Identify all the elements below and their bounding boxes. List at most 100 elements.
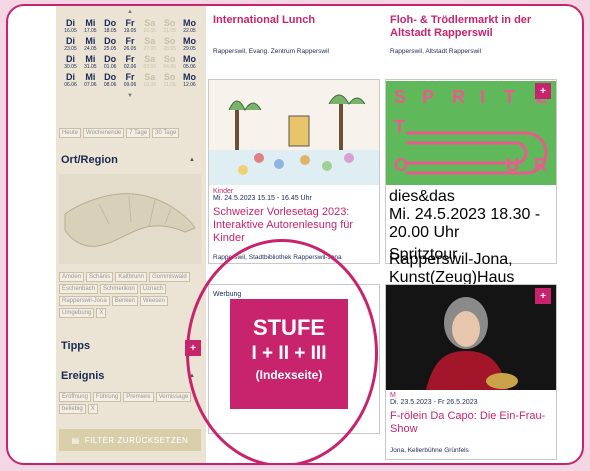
event-card-vorlesetag[interactable]: Kinder Mi. 24.5.2023 15.15 - 16.45 Uhr S… xyxy=(208,79,380,264)
calendar-weekday[interactable]: Mi xyxy=(81,54,100,64)
calendar-date[interactable]: 29.05 xyxy=(180,46,199,52)
filter-tag[interactable]: Uznach xyxy=(139,284,167,294)
filter-tag[interactable]: Rapperswil-Jona xyxy=(59,296,110,306)
calendar-date[interactable]: 01.06 xyxy=(101,64,120,70)
calendar-weekday[interactable]: Fr xyxy=(120,18,139,28)
calendar-date[interactable]: 19.05 xyxy=(120,28,139,34)
calendar-weekday[interactable]: Di xyxy=(61,18,80,28)
calendar-weekday[interactable]: Mo xyxy=(180,54,199,64)
filter-tag[interactable]: Schmerikon xyxy=(100,284,138,294)
calendar-weekday[interactable]: Mi xyxy=(81,72,100,82)
calendar-weekday[interactable]: Di xyxy=(61,36,80,46)
calendar-date[interactable]: 30.05 xyxy=(61,64,80,70)
calendar-date[interactable]: 22.05 xyxy=(180,28,199,34)
calendar-date[interactable]: 10.06 xyxy=(140,82,159,88)
calendar-weekday[interactable]: Do xyxy=(101,72,120,82)
calendar-date[interactable]: 11.06 xyxy=(160,82,179,88)
region-map[interactable] xyxy=(59,174,201,264)
calendar-weekday[interactable]: Fr xyxy=(120,72,139,82)
calendar-weekday[interactable]: So xyxy=(160,18,179,28)
calendar-weekday[interactable]: Sa xyxy=(140,72,159,82)
calendar-scroll-up-icon[interactable]: ▲ xyxy=(59,6,201,18)
clear-tags-button[interactable]: X xyxy=(87,404,98,414)
calendar-weekday[interactable]: Do xyxy=(101,54,120,64)
region-section-header[interactable]: Ort/Region ▲ xyxy=(59,150,201,170)
calendar-date-row: 30.05 31.05 01.06 02.06 03.06 04.06 05.06 xyxy=(59,64,201,70)
calendar-date[interactable]: 27.05 xyxy=(140,46,159,52)
calendar-date[interactable]: 09.06 xyxy=(120,82,139,88)
filter-tag[interactable]: Schänis xyxy=(86,272,114,282)
calendar-weekday[interactable]: Mo xyxy=(180,18,199,28)
filter-tag[interactable]: Führung xyxy=(92,392,122,402)
quick-range-weekend[interactable]: Wochenende xyxy=(83,128,125,138)
calendar-date[interactable]: 26.05 xyxy=(120,46,139,52)
event-card-lunch[interactable]: International Lunch Rapperswil, Evang. Z… xyxy=(208,6,378,64)
tips-section-header[interactable]: Tipps xyxy=(59,336,201,356)
calendar-weekday[interactable]: Sa xyxy=(140,54,159,64)
add-favorite-icon[interactable]: + xyxy=(535,288,551,304)
calendar-date[interactable]: 04.06 xyxy=(160,64,179,70)
calendar-date[interactable]: 05.06 xyxy=(180,64,199,70)
calendar-date[interactable]: 23.05 xyxy=(61,46,80,52)
filter-tag[interactable]: Vernissage xyxy=(155,392,192,402)
calendar-date[interactable]: 02.06 xyxy=(120,64,139,70)
collapse-caret-icon[interactable]: ▲ xyxy=(189,157,195,163)
calendar-date[interactable]: 31.05 xyxy=(81,64,100,70)
calendar-date[interactable]: 12.06 xyxy=(180,82,199,88)
calendar-weekday[interactable]: Sa xyxy=(140,36,159,46)
calendar-date[interactable]: 24.05 xyxy=(81,46,100,52)
spritz-letter: I xyxy=(480,87,486,107)
quick-range-30-days[interactable]: 30 Tage xyxy=(152,128,180,138)
filter-tag[interactable]: Gommiswald xyxy=(149,272,190,282)
filter-tag[interactable]: Eschenbach xyxy=(59,284,99,294)
filter-tag[interactable]: Amden xyxy=(59,272,85,282)
event-title[interactable]: International Lunch xyxy=(208,6,378,27)
reset-filter-button[interactable]: ▤ FILTER ZURÜCKSETZEN xyxy=(59,429,201,451)
calendar-date[interactable]: 08.06 xyxy=(101,82,120,88)
calendar-weekday[interactable]: Mi xyxy=(81,18,100,28)
event-card-flohmarkt[interactable]: Floh- & Trödlermarkt in der Altstadt Rap… xyxy=(386,6,556,64)
calendar-date[interactable]: 07.06 xyxy=(81,82,100,88)
calendar-weekday[interactable]: So xyxy=(160,72,179,82)
calendar-date[interactable]: 17.05 xyxy=(81,28,100,34)
filter-tag[interactable]: Umgebung xyxy=(59,308,95,318)
add-favorite-icon[interactable]: + xyxy=(535,83,551,99)
calendar-date[interactable]: 20.05 xyxy=(140,28,159,34)
calendar-weekday[interactable]: So xyxy=(160,36,179,46)
calendar-date[interactable]: 18.05 xyxy=(101,28,120,34)
clear-tags-button[interactable]: X xyxy=(96,308,107,318)
calendar-weekday[interactable]: Di xyxy=(61,72,80,82)
calendar-weekday[interactable]: Mo xyxy=(180,72,199,82)
quick-range-7-days[interactable]: 7 Tage xyxy=(126,128,151,138)
calendar-weekday[interactable]: Sa xyxy=(140,18,159,28)
calendar-date[interactable]: 03.06 xyxy=(140,64,159,70)
filter-tag[interactable]: Weesen xyxy=(140,296,168,306)
calendar-weekday[interactable]: So xyxy=(160,54,179,64)
calendar-weekday[interactable]: Do xyxy=(101,18,120,28)
quick-range-today[interactable]: Heute xyxy=(59,128,82,138)
filter-tag[interactable]: Eröffnung xyxy=(59,392,91,402)
calendar-weekday[interactable]: Di xyxy=(61,54,80,64)
event-section-header[interactable]: Ereignis ▲ xyxy=(59,366,201,386)
filter-tag[interactable]: Benken xyxy=(111,296,139,306)
calendar-date[interactable]: 25.05 xyxy=(101,46,120,52)
event-category: M xyxy=(390,392,396,399)
calendar-date[interactable]: 06.06 xyxy=(61,82,80,88)
calendar-date[interactable]: 21.05 xyxy=(160,28,179,34)
calendar-weekday[interactable]: Do xyxy=(101,36,120,46)
reset-filter-label: FILTER ZURÜCKSETZEN xyxy=(84,435,189,445)
calendar-weekday[interactable]: Mo xyxy=(180,36,199,46)
filter-tag[interactable]: Premiere xyxy=(123,392,154,402)
event-title[interactable]: F-rölein Da Capo: Die Ein-Frau-Show xyxy=(390,410,552,436)
calendar-scroll-down-icon[interactable]: ▼ xyxy=(59,90,201,102)
calendar-date[interactable]: 28.05 xyxy=(160,46,179,52)
filter-tag[interactable]: beliebig xyxy=(59,404,86,414)
calendar-weekday[interactable]: Mi xyxy=(81,36,100,46)
event-card-dacapo[interactable]: M Di. 23.5.2023 - Fr 26.5.2023 F-rölein … xyxy=(385,284,557,460)
add-favorite-icon[interactable]: + xyxy=(185,340,201,356)
event-title[interactable]: Floh- & Trödlermarkt in der Altstadt Rap… xyxy=(386,6,556,40)
calendar-weekday[interactable]: Fr xyxy=(120,36,139,46)
calendar-weekday[interactable]: Fr xyxy=(120,54,139,64)
filter-tag[interactable]: Kaltbrunn xyxy=(115,272,148,282)
calendar-date[interactable]: 16.05 xyxy=(61,28,80,34)
